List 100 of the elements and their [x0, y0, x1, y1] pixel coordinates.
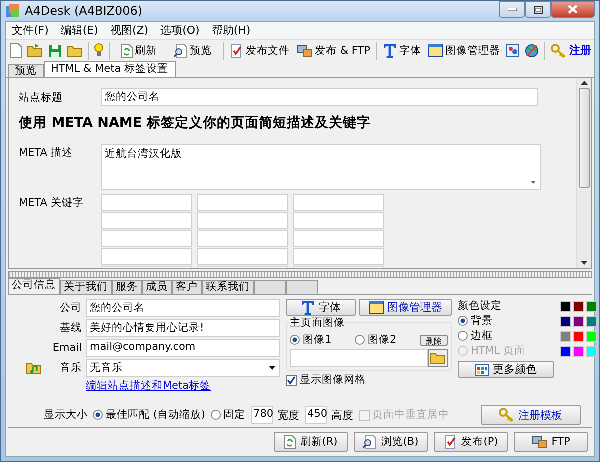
- toolbar-button[interactable]: 预览: [166, 40, 220, 61]
- delete-button[interactable]: 删除: [420, 334, 448, 346]
- menu-item[interactable]: 文件(F): [6, 22, 55, 38]
- color-swatch[interactable]: [586, 346, 597, 358]
- keyword-field[interactable]: [293, 194, 384, 211]
- close-icon: [568, 5, 578, 14]
- keyword-field[interactable]: [197, 248, 288, 265]
- tab[interactable]: 服务: [112, 280, 142, 294]
- tab[interactable]: 预览: [8, 64, 44, 77]
- radio-option[interactable]: 图像1: [290, 333, 332, 348]
- field-label: 宽度: [278, 408, 300, 423]
- color-swatch[interactable]: [573, 316, 584, 328]
- color-swatch[interactable]: [560, 301, 571, 312]
- description-text: 近航台湾汉化版: [105, 148, 182, 160]
- radio-option[interactable]: 最佳匹配 (自动缩放): [93, 408, 206, 422]
- color-swatch[interactable]: [586, 301, 597, 312]
- tab[interactable]: 公司信息: [8, 278, 60, 294]
- site-title-field[interactable]: 您的公司名: [101, 88, 538, 106]
- action-button[interactable]: 刷新(R): [274, 432, 348, 452]
- keyword-field[interactable]: [101, 230, 192, 247]
- more-colors-button[interactable]: 更多颜色: [458, 361, 554, 378]
- color-swatch[interactable]: [573, 331, 584, 342]
- radio-button[interactable]: [290, 335, 300, 346]
- splitter-handle[interactable]: [8, 271, 592, 278]
- keyword-field[interactable]: [293, 212, 384, 229]
- text-field[interactable]: 美好的心情要用心记录!: [86, 319, 280, 338]
- register-button[interactable]: 注册: [549, 40, 594, 61]
- radio-button[interactable]: [210, 410, 221, 420]
- text-field[interactable]: mail@company.com: [86, 339, 280, 358]
- radio-option[interactable]: 图像2: [355, 333, 397, 348]
- scrollbar[interactable]: [576, 78, 591, 268]
- scroll-thumb[interactable]: [578, 88, 590, 188]
- color-swatch[interactable]: [573, 301, 584, 312]
- checkbox[interactable]: [286, 374, 297, 386]
- color-grid-icon: [475, 364, 489, 376]
- action-button[interactable]: 发布(P): [434, 432, 508, 452]
- color-swatch[interactable]: [586, 331, 597, 342]
- toolbar-button[interactable]: 刷新: [113, 40, 165, 61]
- keyword-field[interactable]: [101, 194, 192, 211]
- keyword-field[interactable]: [197, 212, 288, 229]
- music-dropdown[interactable]: 无音乐: [86, 359, 280, 378]
- app-icon: [5, 3, 21, 19]
- color-swatch[interactable]: [560, 316, 571, 328]
- group-title: 颜色设定: [458, 299, 503, 314]
- width-field[interactable]: 780: [250, 406, 273, 424]
- tab[interactable]: 成员: [142, 280, 172, 294]
- radio-button[interactable]: [458, 316, 468, 326]
- magnifier-page-icon: [363, 434, 378, 449]
- menu-item[interactable]: 帮助(H): [206, 22, 257, 38]
- menu-item[interactable]: 编辑(E): [54, 22, 104, 38]
- folder-icon: [67, 44, 83, 58]
- menu-item[interactable]: 选项(O): [154, 22, 206, 38]
- font-button[interactable]: 字体: [286, 299, 356, 316]
- radio-option[interactable]: 边框: [458, 329, 554, 344]
- action-button[interactable]: FTP: [514, 432, 588, 452]
- edit-meta-link[interactable]: 编辑站点描述和Meta标签: [86, 379, 212, 394]
- field-label: 音乐: [60, 361, 82, 376]
- tab[interactable]: 客户: [172, 280, 202, 294]
- toolbar-button[interactable]: 发布文件: [227, 40, 293, 61]
- maximize-button[interactable]: [525, 1, 551, 18]
- tab[interactable]: 关于我们: [60, 280, 112, 294]
- toolbar-button[interactable]: 字体: [380, 40, 424, 61]
- tab[interactable]: HTML & Meta 标签设置: [44, 60, 176, 77]
- computer-transfer-icon: [532, 434, 548, 449]
- color-swatch[interactable]: [560, 346, 571, 358]
- menu-item[interactable]: 视图(Z): [104, 22, 155, 38]
- tab[interactable]: 联系我们: [202, 280, 254, 294]
- register-template-button[interactable]: 注册模板: [480, 405, 581, 426]
- radio-button[interactable]: [93, 410, 103, 420]
- minimize-button[interactable]: [499, 1, 525, 18]
- keyword-field[interactable]: [293, 248, 384, 265]
- text-field[interactable]: 您的公司名: [86, 299, 280, 318]
- keyword-field[interactable]: [101, 212, 192, 229]
- tab[interactable]: [286, 280, 318, 294]
- close-button[interactable]: [551, 1, 595, 18]
- keyword-field[interactable]: [293, 230, 384, 247]
- color-swatch[interactable]: [573, 346, 584, 358]
- description-field[interactable]: 近航台湾汉化版: [101, 144, 541, 190]
- radio-button[interactable]: [355, 335, 365, 346]
- keyword-field[interactable]: [197, 194, 288, 211]
- maximize-icon: [534, 6, 542, 14]
- image-path-field[interactable]: [290, 349, 428, 368]
- field-label: Email: [52, 342, 82, 354]
- color-swatch[interactable]: [586, 316, 597, 328]
- radio-button[interactable]: [458, 331, 468, 342]
- height-field[interactable]: 450: [304, 406, 327, 424]
- checkbox-option[interactable]: 显示图像网格: [286, 373, 452, 388]
- radio-option[interactable]: 背景: [458, 314, 554, 328]
- toolbar-button[interactable]: 图像管理器: [425, 40, 504, 61]
- action-button[interactable]: 浏览(B): [354, 432, 428, 452]
- keyword-field[interactable]: [197, 230, 288, 247]
- color-swatch[interactable]: [560, 331, 571, 342]
- image-manager-button[interactable]: 图像管理器: [359, 299, 452, 316]
- tab[interactable]: [254, 280, 286, 294]
- keyword-field[interactable]: [101, 248, 192, 265]
- magnifier-page-icon: [174, 44, 188, 58]
- field-label: 基线: [59, 321, 82, 336]
- toolbar-button[interactable]: 发布 & FTP: [294, 40, 374, 61]
- browse-button[interactable]: [428, 349, 448, 368]
- radio-option[interactable]: 固定: [210, 408, 246, 422]
